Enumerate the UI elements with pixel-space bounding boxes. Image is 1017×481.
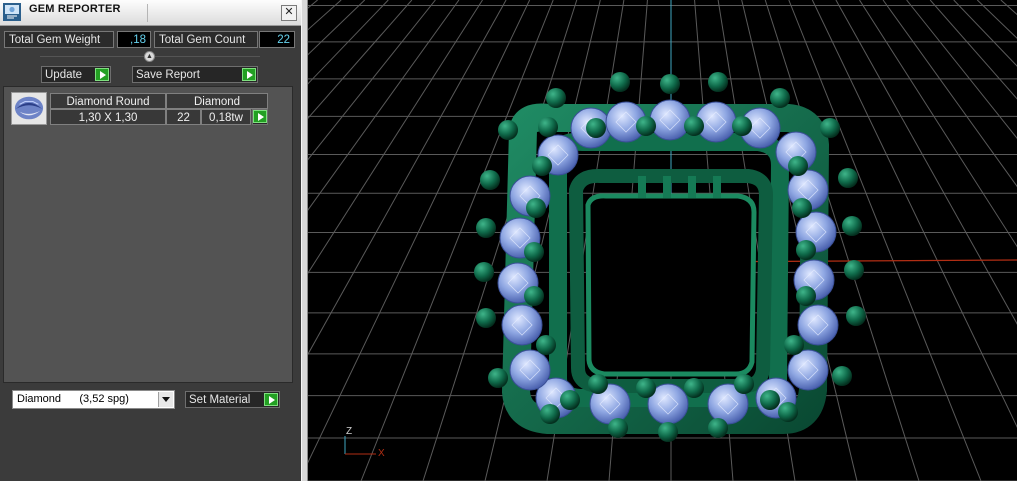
prong-tip xyxy=(636,116,656,136)
ring-model[interactable] xyxy=(474,72,866,442)
total-gem-count-value: 22 xyxy=(259,31,295,48)
prong-tip xyxy=(832,366,852,386)
prong-tip xyxy=(476,308,496,328)
3d-viewport[interactable]: Z X xyxy=(308,0,1017,481)
prong-tip xyxy=(842,216,862,236)
prong-tip xyxy=(524,242,544,262)
prong-tip xyxy=(796,286,816,306)
gem-reporter-app-icon xyxy=(3,3,21,21)
update-button-label: Update xyxy=(45,69,83,81)
play-arrow-icon xyxy=(264,393,278,406)
diamond-stone xyxy=(649,99,691,141)
gem-weight-cell[interactable]: 0,18tw xyxy=(201,109,251,125)
window-title: GEM REPORTER xyxy=(29,3,121,15)
prong-tip xyxy=(474,262,494,282)
prong-tip xyxy=(538,117,558,137)
prong-tip xyxy=(784,335,804,355)
gizmo-x-label: X xyxy=(378,448,385,459)
gem-list: Diamond Round Diamond 1,30 X 1,30 22 0,1… xyxy=(3,86,293,383)
prong-tip xyxy=(586,118,606,138)
prong-tip xyxy=(684,116,704,136)
prong-tip xyxy=(536,335,556,355)
material-selected-value: Diamond (3,52 spg) xyxy=(17,393,129,405)
prong-tip xyxy=(658,422,678,442)
prong-tip xyxy=(708,418,728,438)
gem-shape-header: Diamond Round xyxy=(50,93,166,109)
play-arrow-icon xyxy=(253,110,267,123)
gem-material-header: Diamond xyxy=(166,93,268,109)
prong-tip xyxy=(778,402,798,422)
prong-tip xyxy=(788,156,808,176)
panel-splitter[interactable] xyxy=(301,0,308,481)
prong-tip xyxy=(684,378,704,398)
gem-count-cell[interactable]: 22 xyxy=(166,109,201,125)
set-material-button[interactable]: Set Material xyxy=(185,391,280,408)
gem-reporter-panel: GEM REPORTER ✕ Total Gem Weight ,18 Tota… xyxy=(0,0,301,481)
round-diamond-thumbnail xyxy=(11,92,47,125)
play-arrow-icon xyxy=(95,68,109,81)
viewport-canvas[interactable]: Z X xyxy=(308,0,1017,481)
prong-tip xyxy=(608,418,628,438)
prong-tip xyxy=(770,88,790,108)
collapse-up-icon[interactable]: ▲ xyxy=(144,51,155,62)
save-report-button-label: Save Report xyxy=(136,69,200,81)
gem-size-cell[interactable]: 1,30 X 1,30 xyxy=(50,109,166,125)
diamond-stone xyxy=(797,304,839,346)
prong-tip xyxy=(480,170,500,190)
diamond-stone xyxy=(509,349,551,391)
prong-tip xyxy=(498,120,518,140)
prong-tip xyxy=(796,240,816,260)
prong-tip xyxy=(708,72,728,92)
prong-tip xyxy=(820,118,840,138)
prong-tip xyxy=(488,368,508,388)
save-report-button[interactable]: Save Report xyxy=(132,66,258,83)
close-button[interactable]: ✕ xyxy=(281,5,297,21)
dropdown-arrow-icon[interactable] xyxy=(158,392,173,407)
play-arrow-icon xyxy=(242,68,256,81)
prong-tip xyxy=(560,390,580,410)
prong-tip xyxy=(844,260,864,280)
prong-tip xyxy=(532,156,552,176)
prong-tip xyxy=(526,198,546,218)
title-bar[interactable]: GEM REPORTER ✕ xyxy=(0,0,301,26)
total-gem-weight-label: Total Gem Weight xyxy=(4,31,114,48)
set-material-button-label: Set Material xyxy=(189,394,251,406)
prong-tip xyxy=(524,286,544,306)
diamond-stone xyxy=(501,304,543,346)
title-separator xyxy=(147,4,148,22)
prong-tip xyxy=(546,88,566,108)
prong-tip xyxy=(476,218,496,238)
diamond-stone xyxy=(787,349,829,391)
prong-tip xyxy=(732,116,752,136)
prong-tip xyxy=(588,374,608,394)
total-gem-count-label: Total Gem Count xyxy=(154,31,258,48)
gem-row-go-button[interactable] xyxy=(252,109,268,125)
total-gem-weight-value: ,18 xyxy=(117,31,151,48)
gizmo-z-label: Z xyxy=(346,426,352,437)
prong-tip xyxy=(792,198,812,218)
update-button[interactable]: Update xyxy=(41,66,111,83)
prong-tip xyxy=(734,374,754,394)
prong-tip xyxy=(760,390,780,410)
prong-tip xyxy=(636,378,656,398)
prong-tip xyxy=(610,72,630,92)
axis-gizmo: Z X xyxy=(344,426,385,459)
prong-tip xyxy=(660,74,680,94)
material-select[interactable]: Diamond (3,52 spg) xyxy=(12,390,175,409)
prong-tip xyxy=(838,168,858,188)
prong-tip xyxy=(540,404,560,424)
prong-tip xyxy=(846,306,866,326)
